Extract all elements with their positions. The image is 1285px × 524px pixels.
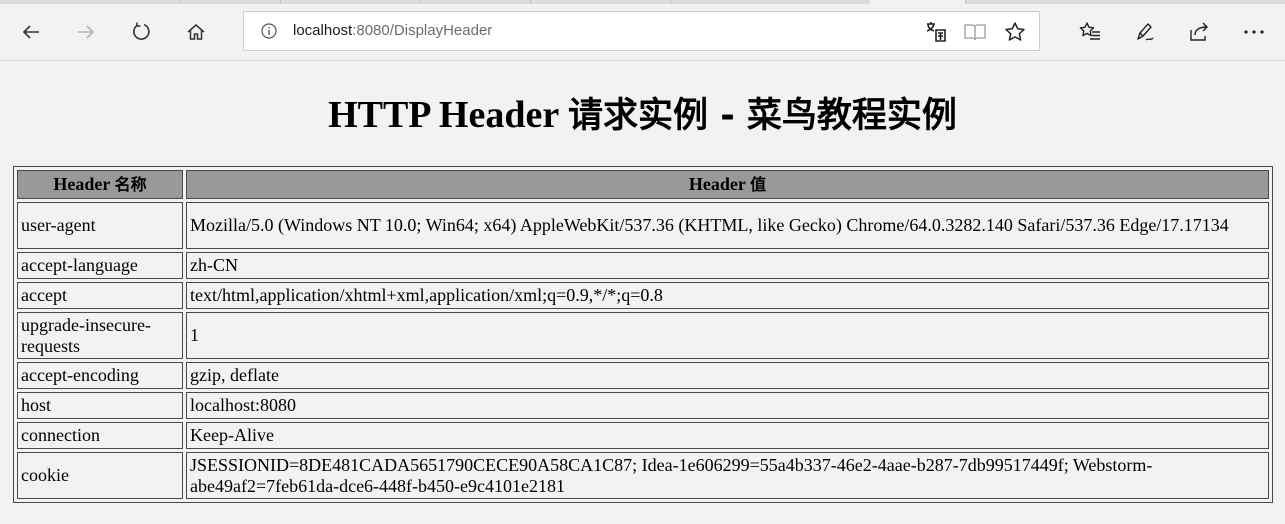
header-name-cell: cookie bbox=[17, 452, 183, 499]
header-value-cell: zh-CN bbox=[186, 252, 1269, 279]
header-name-cell: accept-encoding bbox=[17, 362, 183, 389]
header-name-cell: accept bbox=[17, 282, 183, 309]
table-row: cookie JSESSIONID=8DE481CADA5651790CECE9… bbox=[17, 452, 1269, 499]
header-name-cell: user-agent bbox=[17, 202, 183, 249]
translate-icon bbox=[926, 22, 946, 42]
back-button[interactable] bbox=[13, 14, 49, 50]
col2-latin: Header bbox=[688, 174, 751, 194]
page-title-latin: HTTP Header bbox=[328, 94, 569, 136]
header-value-cell: text/html,application/xhtml+xml,applicat… bbox=[186, 282, 1269, 309]
more-icon bbox=[1244, 30, 1264, 34]
header-name-cell: connection bbox=[17, 422, 183, 449]
forward-icon bbox=[78, 25, 95, 39]
column-header-name: Header 名称 bbox=[17, 170, 183, 199]
table-row: host localhost:8080 bbox=[17, 392, 1269, 419]
header-name-cell: accept-language bbox=[17, 252, 183, 279]
url-text[interactable]: localhost:8080/DisplayHeader bbox=[293, 22, 492, 39]
col1-cjk: 名称 bbox=[114, 175, 147, 194]
translate-button[interactable] bbox=[924, 20, 948, 44]
page-title: HTTP Header 请求实例 - 菜鸟教程实例 bbox=[0, 92, 1285, 139]
favorite-star-icon bbox=[1005, 22, 1025, 41]
favorites-list-icon bbox=[1079, 22, 1100, 40]
share-button[interactable] bbox=[1181, 14, 1217, 50]
header-value-cell: gzip, deflate bbox=[186, 362, 1269, 389]
pen-icon bbox=[1137, 23, 1154, 41]
header-name-cell: host bbox=[17, 392, 183, 419]
table-row: upgrade-insecure-requests 1 bbox=[17, 312, 1269, 359]
table-row: accept text/html,application/xhtml+xml,a… bbox=[17, 282, 1269, 309]
site-info-button[interactable] bbox=[260, 22, 278, 45]
header-value-cell: Mozilla/5.0 (Windows NT 10.0; Win64; x64… bbox=[186, 202, 1269, 249]
table-row: accept-encoding gzip, deflate bbox=[17, 362, 1269, 389]
add-favorite-button[interactable] bbox=[1003, 20, 1027, 44]
page-title-cjk: 请求实例 - 菜鸟教程实例 bbox=[568, 96, 957, 136]
forward-button[interactable] bbox=[68, 14, 104, 50]
more-button[interactable] bbox=[1236, 14, 1272, 50]
table-row: accept-language zh-CN bbox=[17, 252, 1269, 279]
browser-toolbar: localhost:8080/DisplayHeader bbox=[0, 4, 1285, 61]
table-row: connection Keep-Alive bbox=[17, 422, 1269, 449]
table-row: user-agent Mozilla/5.0 (Windows NT 10.0;… bbox=[17, 202, 1269, 249]
header-value-cell: localhost:8080 bbox=[186, 392, 1269, 419]
reading-view-icon bbox=[964, 24, 986, 41]
column-header-value: Header 值 bbox=[186, 170, 1269, 199]
refresh-button[interactable] bbox=[123, 14, 159, 50]
header-table: Header 名称 Header 值 user-agent Mozilla/5.… bbox=[13, 166, 1273, 503]
refresh-icon bbox=[133, 22, 150, 40]
favorites-button[interactable] bbox=[1072, 14, 1108, 50]
header-value-cell: 1 bbox=[186, 312, 1269, 359]
reading-view-button[interactable] bbox=[963, 20, 987, 44]
header-value-cell: JSESSIONID=8DE481CADA5651790CECE90A58CA1… bbox=[186, 452, 1269, 499]
header-value-cell: Keep-Alive bbox=[186, 422, 1269, 449]
address-bar[interactable]: localhost:8080/DisplayHeader bbox=[243, 11, 1040, 51]
back-icon bbox=[22, 25, 39, 39]
home-button[interactable] bbox=[178, 14, 214, 50]
table-header-row: Header 名称 Header 值 bbox=[17, 170, 1269, 199]
share-icon bbox=[1190, 22, 1208, 41]
info-icon bbox=[261, 23, 277, 39]
header-name-cell: upgrade-insecure-requests bbox=[17, 312, 183, 359]
col1-latin: Header bbox=[53, 174, 115, 194]
url-host: localhost bbox=[293, 22, 353, 39]
url-path: :8080/DisplayHeader bbox=[352, 22, 493, 39]
home-icon bbox=[187, 24, 205, 40]
col2-cjk: 值 bbox=[750, 175, 767, 194]
notes-button[interactable] bbox=[1127, 14, 1163, 50]
